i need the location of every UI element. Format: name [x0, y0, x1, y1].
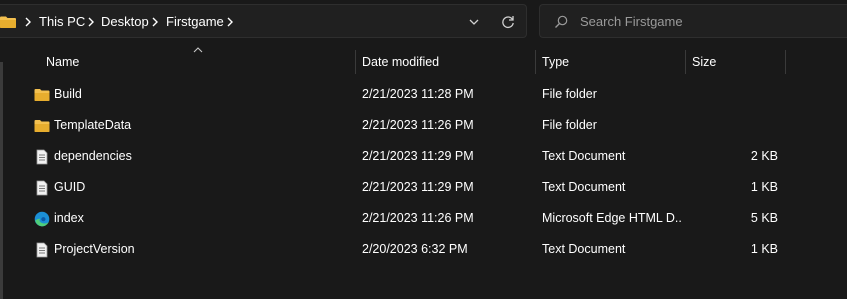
text-document-icon: [36, 242, 48, 258]
breadcrumb-desktop[interactable]: Desktop: [101, 5, 149, 39]
file-date-modified: 2/21/2023 11:28 PM: [362, 87, 474, 101]
breadcrumb-this-pc[interactable]: This PC: [39, 5, 85, 39]
chevron-right-icon[interactable]: [151, 17, 159, 27]
file-name: TemplateData: [54, 118, 132, 132]
folder-icon: [0, 16, 16, 28]
column-header-type[interactable]: Type: [542, 48, 569, 76]
navigation-pane-edge[interactable]: [0, 62, 3, 299]
file-name: Build: [54, 87, 82, 101]
file-size: [688, 79, 778, 110]
file-name: ProjectVersion: [54, 242, 135, 256]
file-date-modified: 2/21/2023 11:26 PM: [362, 211, 474, 225]
file-size: 1 KB: [750, 180, 778, 194]
file-type: Text Document: [542, 149, 626, 163]
column-header-date-modified[interactable]: Date modified: [362, 48, 439, 76]
file-row-build[interactable]: Build 2/21/2023 11:28 PM File folder: [20, 79, 790, 110]
file-row-dependencies[interactable]: dependencies 2/21/2023 11:29 PM Text Doc…: [20, 141, 790, 172]
search-icon: [555, 15, 568, 28]
file-date-modified: 2/21/2023 11:29 PM: [362, 180, 474, 194]
file-type: Microsoft Edge HTML D...: [542, 211, 682, 225]
file-type: File folder: [542, 118, 597, 132]
file-size: 5 KB: [750, 211, 778, 225]
search-input[interactable]: [580, 5, 840, 37]
search-box[interactable]: [539, 4, 847, 38]
address-bar[interactable]: This PC Desktop Firstgame: [0, 4, 527, 38]
folder-icon: [34, 120, 50, 132]
column-divider[interactable]: [355, 50, 356, 74]
breadcrumb-firstgame[interactable]: Firstgame: [166, 5, 224, 39]
column-header-name[interactable]: Name: [46, 48, 79, 76]
file-name: dependencies: [54, 149, 132, 163]
file-row-projectversion[interactable]: ProjectVersion 2/20/2023 6:32 PM Text Do…: [20, 234, 790, 265]
column-divider[interactable]: [535, 50, 536, 74]
file-date-modified: 2/20/2023 6:32 PM: [362, 242, 468, 256]
file-name: index: [54, 211, 84, 225]
chevron-right-icon[interactable]: [24, 17, 32, 27]
edge-html-icon: [34, 211, 50, 227]
column-header-size[interactable]: Size: [692, 48, 716, 76]
file-date-modified: 2/21/2023 11:29 PM: [362, 149, 474, 163]
refresh-icon[interactable]: [500, 14, 516, 30]
file-size: [688, 110, 778, 141]
folder-icon: [34, 89, 50, 101]
file-date-modified: 2/21/2023 11:26 PM: [362, 118, 474, 132]
file-size: 1 KB: [750, 242, 778, 256]
file-row-index[interactable]: index 2/21/2023 11:26 PM Microsoft Edge …: [20, 203, 790, 234]
file-row-templatedata[interactable]: TemplateData 2/21/2023 11:26 PM File fol…: [20, 110, 790, 141]
column-divider[interactable]: [685, 50, 686, 74]
file-row-guid[interactable]: GUID 2/21/2023 11:29 PM Text Document 1 …: [20, 172, 790, 203]
column-header: Name Date modified Type Size: [0, 48, 847, 76]
text-document-icon: [36, 149, 48, 165]
chevron-right-icon[interactable]: [87, 17, 95, 27]
file-type: File folder: [542, 87, 597, 101]
column-divider[interactable]: [785, 50, 786, 74]
file-name: GUID: [54, 180, 86, 194]
chevron-right-icon[interactable]: [226, 17, 234, 27]
file-type: Text Document: [542, 180, 626, 194]
file-size: 2 KB: [750, 149, 778, 163]
chevron-down-icon[interactable]: [467, 16, 481, 28]
text-document-icon: [36, 180, 48, 196]
file-type: Text Document: [542, 242, 626, 256]
toolbar: This PC Desktop Firstgame: [0, 0, 847, 42]
